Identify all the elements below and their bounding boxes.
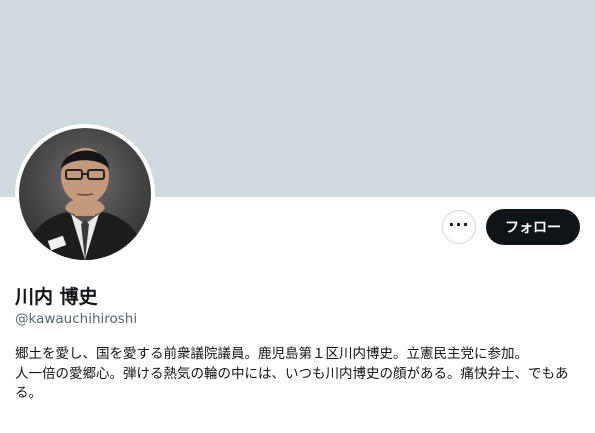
- profile-page: ··· フォロー 川内 博史 @kawauchihiroshi 郷土を愛し、国を…: [0, 0, 595, 433]
- user-handle: @kawauchihiroshi: [15, 311, 138, 327]
- avatar-photo: [19, 128, 151, 260]
- bio-line: 人一倍の愛郷心。弾ける熱気の輪の中には、いつも川内博史の顔がある。痛快弁士、でも…: [15, 365, 569, 402]
- more-options-button[interactable]: ···: [442, 210, 476, 244]
- more-icon: ···: [448, 214, 470, 234]
- profile-bio: 郷土を愛し、国を愛する前衆議院議員。鹿児島第１区川内博史。立憲民主党に参加。 人…: [15, 345, 580, 404]
- display-name: 川内 博史: [15, 286, 98, 308]
- bio-line: 郷土を愛し、国を愛する前衆議院議員。鹿児島第１区川内博史。立憲民主党に参加。: [15, 346, 528, 362]
- avatar-frame[interactable]: [15, 124, 155, 264]
- follow-button[interactable]: フォロー: [486, 209, 580, 245]
- avatar[interactable]: [19, 128, 151, 260]
